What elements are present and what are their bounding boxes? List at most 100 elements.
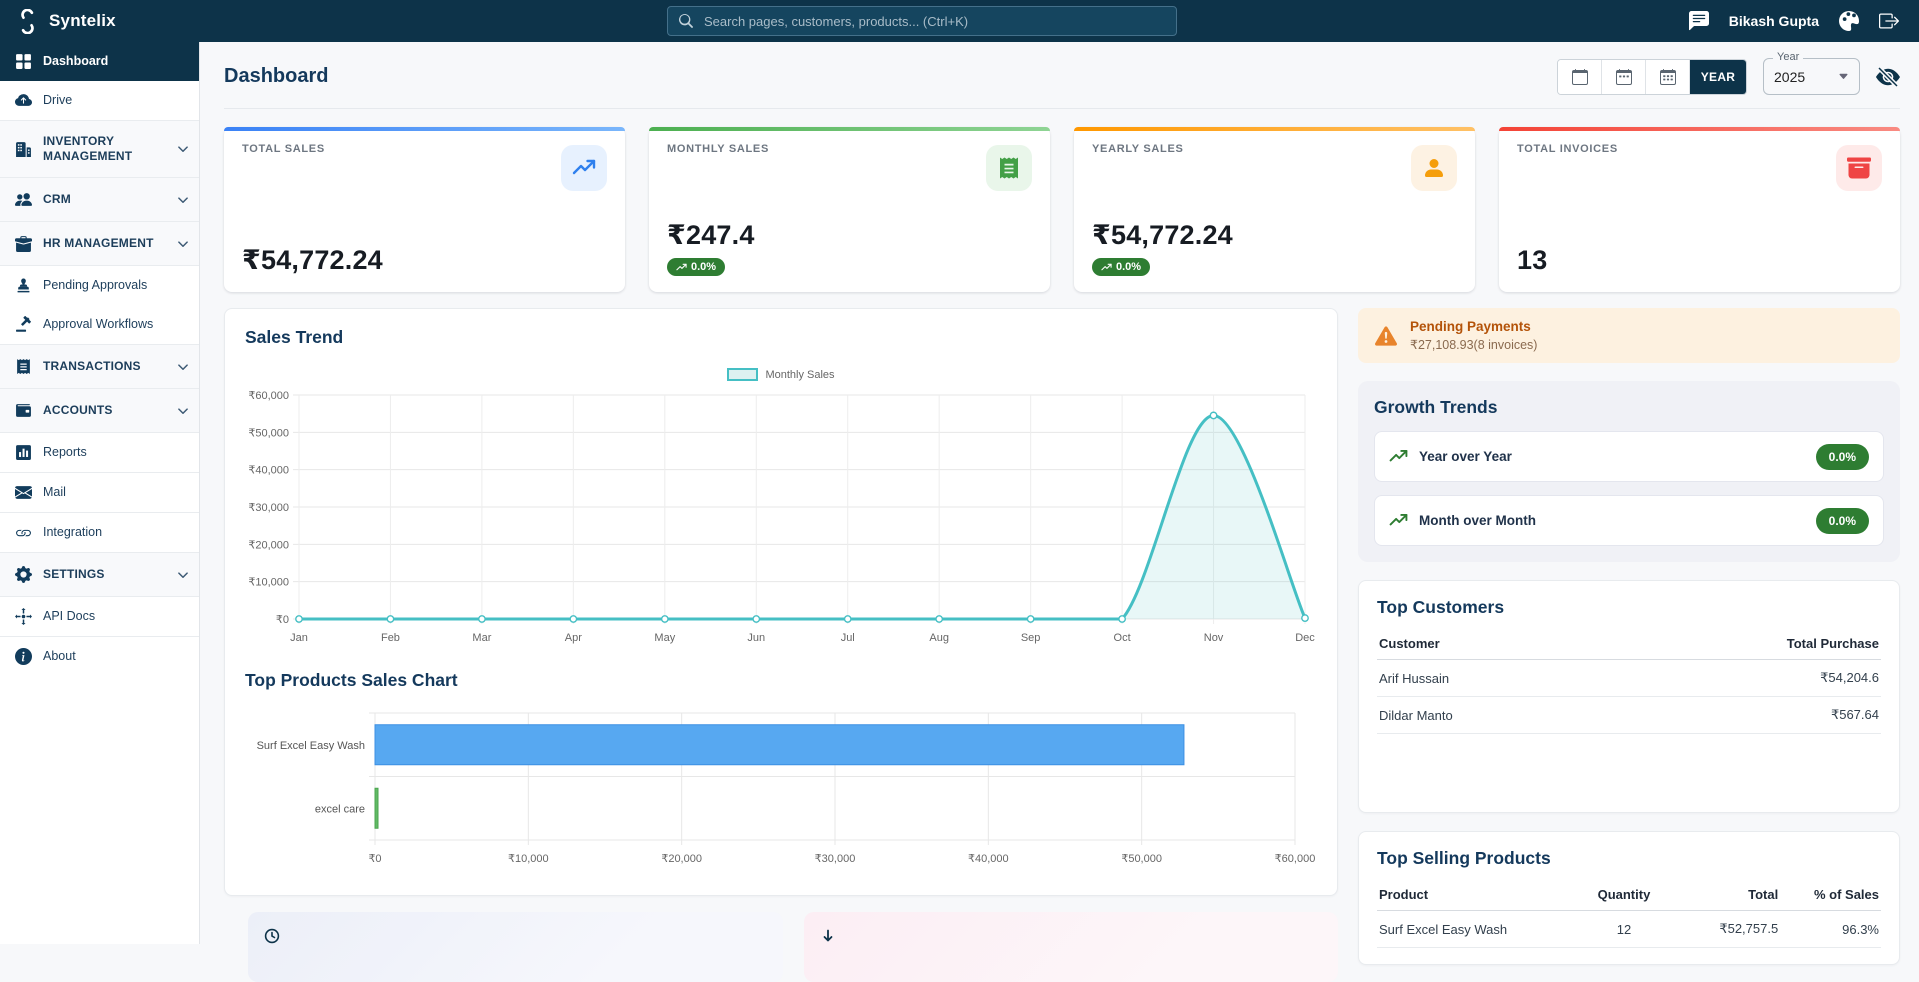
- legend-swatch: [727, 368, 758, 381]
- date-range-group: YEAR: [1557, 59, 1747, 95]
- svg-text:excel care: excel care: [315, 803, 365, 815]
- svg-text:Feb: Feb: [381, 632, 400, 644]
- link-icon: [15, 524, 32, 541]
- sidebar-item-mail[interactable]: Mail: [0, 472, 199, 512]
- customer-name: Dildar Manto: [1377, 697, 1602, 734]
- sidebar-item-drive[interactable]: Drive: [0, 81, 199, 120]
- range-day-button[interactable]: [1558, 60, 1602, 94]
- product-total: ₹52,757.5: [1669, 911, 1780, 948]
- api-icon: [15, 608, 32, 625]
- cloud-upload-icon: [15, 92, 32, 109]
- svg-text:₹0: ₹0: [368, 853, 381, 865]
- year-select[interactable]: Year 2025: [1763, 58, 1860, 95]
- growth-trends-title: Growth Trends: [1374, 397, 1884, 418]
- charts-card: Sales Trend Monthly Sales ₹0₹10,000₹20,0…: [224, 308, 1338, 896]
- mail-icon: [15, 484, 32, 501]
- sidebar-item-api-docs[interactable]: API Docs: [0, 596, 199, 636]
- stat-card-total-invoices: TOTAL INVOICES13: [1499, 127, 1900, 292]
- chevron-down-icon: [177, 143, 189, 155]
- building-icon: [15, 141, 32, 158]
- sidebar-item-hr-management[interactable]: HR MANAGEMENT: [0, 221, 199, 265]
- sidebar-item-integration[interactable]: Integration: [0, 512, 199, 552]
- stat-card-yearly-sales: YEARLY SALES₹54,772.240.0%: [1074, 127, 1475, 292]
- stat-card-icon-chip: [1836, 145, 1882, 191]
- svg-text:₹30,000: ₹30,000: [815, 853, 856, 865]
- main-content: Dashboard YEAR: [200, 0, 1919, 982]
- svg-text:₹0: ₹0: [276, 614, 289, 626]
- sidebar-item-label: TRANSACTIONS: [43, 359, 141, 374]
- range-month-button[interactable]: [1646, 60, 1690, 94]
- stat-card-value: ₹247.4: [667, 220, 1032, 251]
- sidebar-item-inventory-management[interactable]: INVENTORY MANAGEMENT: [0, 120, 199, 177]
- sales-trend-chart: ₹0₹10,000₹20,000₹30,000₹40,000₹50,000₹60…: [245, 383, 1317, 656]
- product-percent: 96.3%: [1780, 911, 1881, 948]
- svg-text:Jun: Jun: [747, 632, 765, 644]
- sidebar-item-label: Mail: [43, 485, 66, 501]
- sidebar-item-accounts[interactable]: ACCOUNTS: [0, 388, 199, 432]
- calendar-week-icon: [1616, 69, 1632, 85]
- chevron-down-icon: [177, 238, 189, 250]
- sidebar-item-settings[interactable]: SETTINGS: [0, 552, 199, 596]
- stat-cards-row: TOTAL SALES₹54,772.24MONTHLY SALES₹247.4…: [200, 109, 1919, 292]
- growth-trends-card: Growth Trends Year over Year0.0%Month ov…: [1358, 381, 1900, 562]
- sidebar-item-label: CRM: [43, 192, 71, 207]
- sidebar-item-transactions[interactable]: TRANSACTIONS: [0, 344, 199, 388]
- page-title: Dashboard: [224, 65, 328, 88]
- svg-text:₹30,000: ₹30,000: [248, 502, 289, 514]
- growth-row-month-over-month: Month over Month 0.0%: [1374, 495, 1884, 546]
- sidebar-item-approval-workflows[interactable]: Approval Workflows: [0, 305, 199, 344]
- sidebar-item-crm[interactable]: CRM: [0, 177, 199, 221]
- logout-icon[interactable]: [1879, 11, 1899, 31]
- chat-icon[interactable]: [1689, 11, 1709, 31]
- sidebar-item-about[interactable]: About: [0, 636, 199, 676]
- svg-text:Dec: Dec: [1295, 632, 1315, 644]
- growth-row-value-pill: 0.0%: [1816, 508, 1869, 534]
- sales-trend-title: Sales Trend: [245, 327, 1317, 348]
- growth-badge-value: 0.0%: [691, 261, 716, 273]
- sidebar-item-pending-approvals[interactable]: Pending Approvals: [0, 265, 199, 305]
- gavel-icon: [15, 316, 32, 333]
- chevron-down-icon: [177, 569, 189, 581]
- eye-off-icon[interactable]: [1876, 65, 1900, 89]
- svg-text:₹10,000: ₹10,000: [508, 853, 549, 865]
- growth-row-label: Month over Month: [1419, 513, 1536, 528]
- chart-legend[interactable]: Monthly Sales: [245, 368, 1317, 381]
- year-select-value: 2025: [1774, 69, 1805, 85]
- sidebar-item-dashboard[interactable]: Dashboard: [0, 42, 199, 81]
- top-selling-table: Product Quantity Total % of Sales Surf E…: [1377, 879, 1881, 948]
- dashboard-grid-icon: [15, 53, 32, 70]
- growth-rows: Year over Year0.0%Month over Month0.0%: [1374, 431, 1884, 546]
- warning-triangle-icon: [1375, 325, 1397, 347]
- receipt-icon: [15, 358, 32, 375]
- svg-text:Nov: Nov: [1204, 632, 1224, 644]
- table-row: Surf Excel Easy Wash12₹52,757.596.3%: [1377, 911, 1881, 948]
- svg-text:Surf Excel Easy Wash: Surf Excel Easy Wash: [257, 740, 365, 752]
- svg-text:Mar: Mar: [472, 632, 491, 644]
- customer-total: ₹567.64: [1602, 697, 1881, 734]
- range-year-button[interactable]: YEAR: [1690, 60, 1746, 94]
- search-input[interactable]: [702, 13, 1165, 30]
- caret-down-icon: [1838, 71, 1849, 82]
- stat-card-label: TOTAL SALES: [242, 143, 607, 155]
- chevron-down-icon: [177, 361, 189, 373]
- theme-palette-icon[interactable]: [1839, 11, 1859, 31]
- stat-card-icon-chip: [561, 145, 607, 191]
- stat-card-value: ₹54,772.24: [242, 245, 607, 276]
- svg-text:₹60,000: ₹60,000: [1275, 853, 1316, 865]
- receipt-icon: [997, 156, 1021, 180]
- stat-card-total-sales: TOTAL SALES ₹54,772.24: [224, 127, 625, 292]
- sidebar-item-label: Integration: [43, 525, 102, 541]
- user-name[interactable]: Bikash Gupta: [1729, 13, 1819, 29]
- table-row: Arif Hussain₹54,204.6: [1377, 660, 1881, 697]
- column-header: Total Purchase: [1602, 628, 1881, 660]
- svg-text:Jul: Jul: [841, 632, 855, 644]
- top-products-chart-title: Top Products Sales Chart: [245, 670, 1317, 691]
- top-customers-table: Customer Total Purchase Arif Hussain₹54,…: [1377, 628, 1881, 734]
- top-products-bar-chart: ₹0₹10,000₹20,000₹30,000₹40,000₹50,000₹60…: [245, 705, 1317, 870]
- brand-name: Syntelix: [49, 11, 116, 31]
- range-week-button[interactable]: [1602, 60, 1646, 94]
- page-header: Dashboard YEAR: [224, 42, 1900, 109]
- wallet-icon: [15, 402, 32, 419]
- sidebar-item-reports[interactable]: Reports: [0, 432, 199, 472]
- svg-text:Apr: Apr: [565, 632, 582, 644]
